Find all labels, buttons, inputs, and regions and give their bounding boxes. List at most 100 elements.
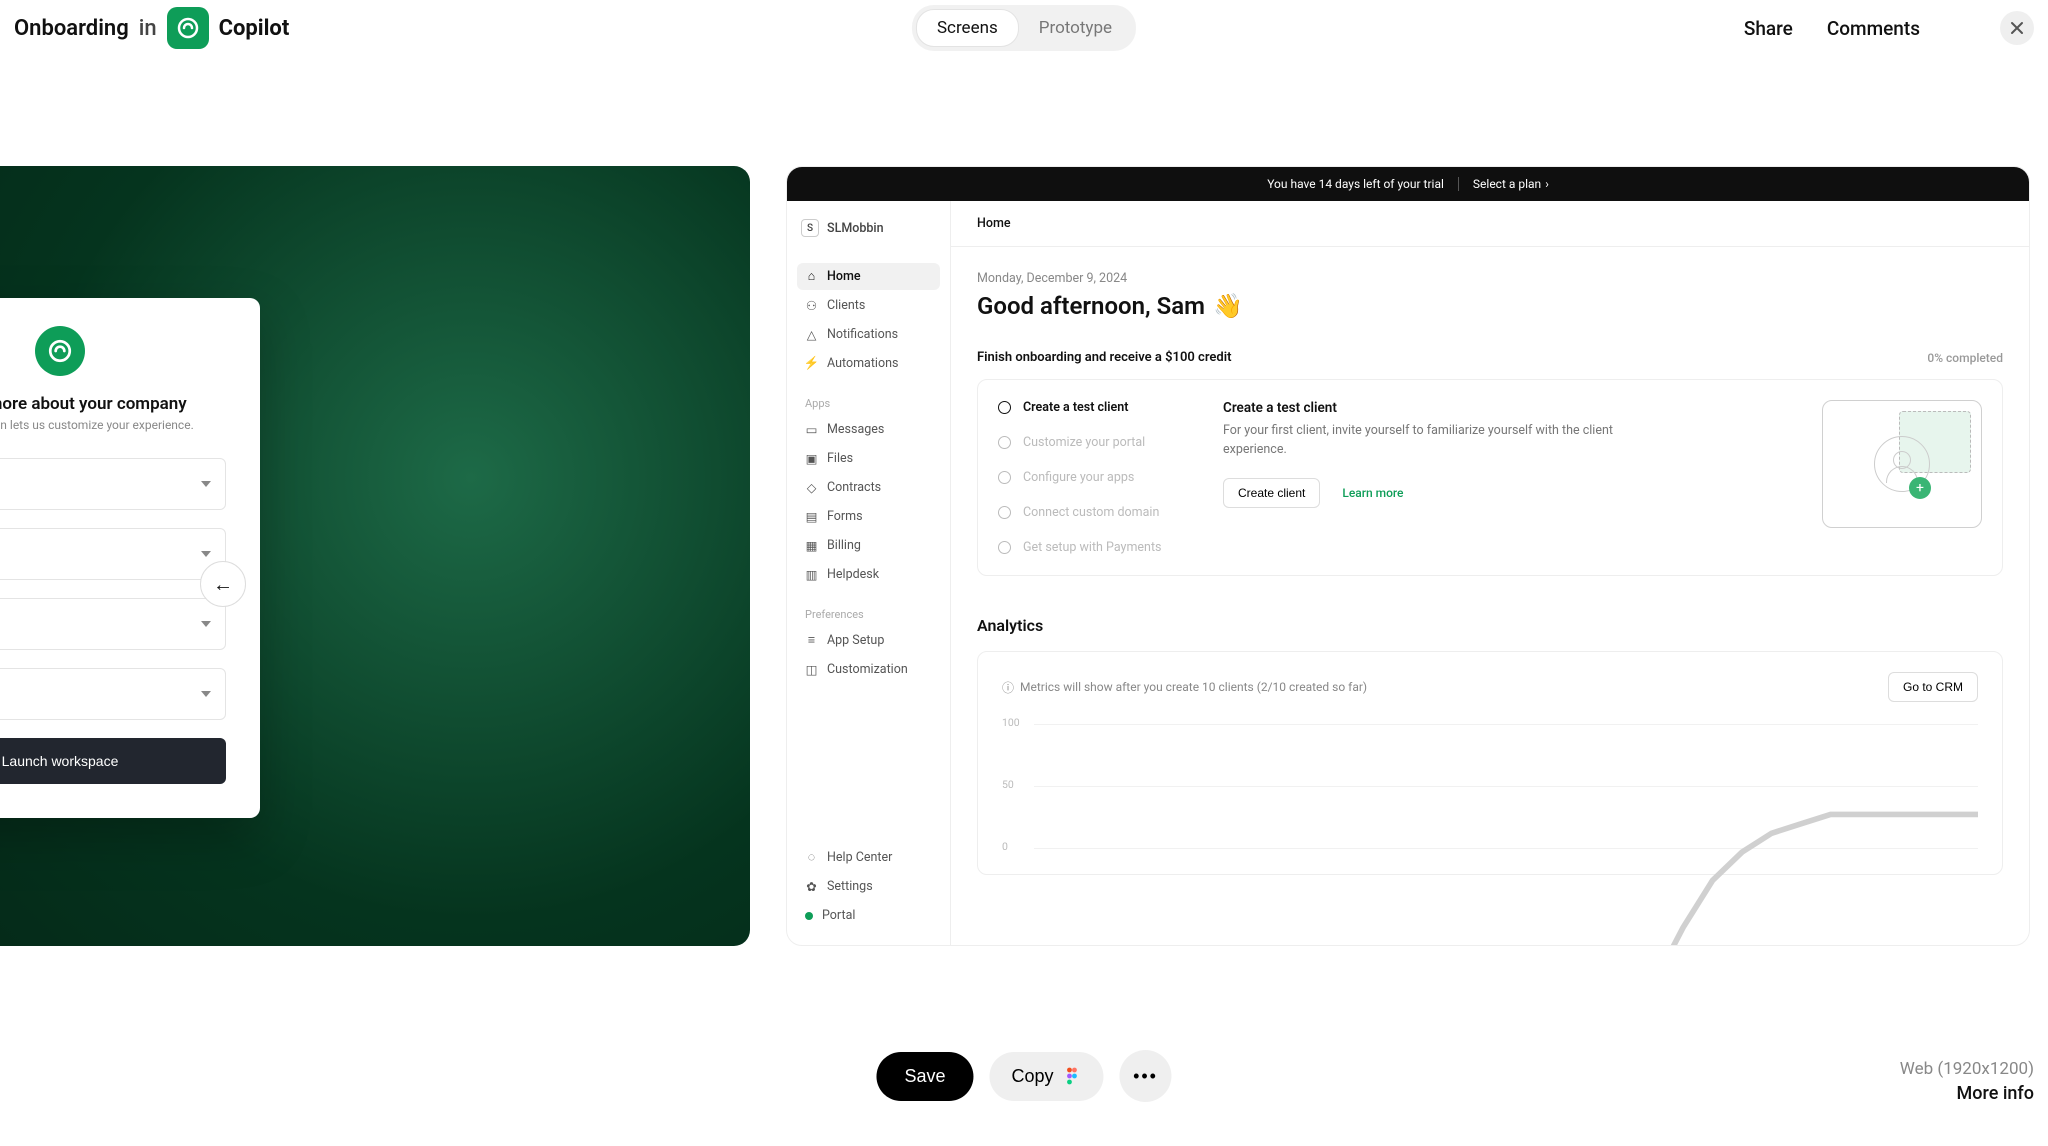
step-label: Configure your apps (1023, 470, 1134, 485)
clients-icon: ⚇ (805, 299, 818, 312)
more-info-link[interactable]: More info (1900, 1083, 2034, 1104)
messages-icon: ▭ (805, 423, 818, 436)
form-title: Tell us more about your company (0, 394, 226, 414)
bell-icon: △ (805, 328, 818, 341)
trial-banner: You have 14 days left of your trial Sele… (787, 167, 2029, 201)
onboarding-detail-title: Create a test client (1223, 400, 1782, 416)
trial-text: You have 14 days left of your trial (1267, 177, 1444, 191)
analytics-chart: 100 50 0 (1002, 720, 1978, 854)
save-button[interactable]: Save (876, 1052, 973, 1101)
sidebar-item-label: Files (827, 451, 853, 466)
tab-prototype[interactable]: Prototype (1019, 10, 1132, 46)
setup-icon: ≡ (805, 634, 818, 647)
sidebar-section-apps: Apps (805, 397, 940, 410)
company-form-card: Tell us more about your company his info… (0, 298, 260, 818)
sidebar-item-settings[interactable]: ✿Settings (797, 873, 940, 900)
industry-select[interactable]: sign (0, 458, 226, 510)
sidebar-item-app-setup[interactable]: ≡ App Setup (797, 627, 940, 654)
sidebar-item-label: Contracts (827, 480, 881, 495)
current-date: Monday, December 9, 2024 (977, 271, 2003, 286)
form-subtitle: his information lets us customize your e… (0, 418, 226, 432)
sidebar-item-portal[interactable]: Portal (797, 902, 940, 929)
workspace-switcher[interactable]: S SLMobbin (797, 215, 940, 241)
sidebar-section-prefs: Preferences (805, 608, 940, 621)
analytics-note: ⓘ Metrics will show after you create 10 … (1002, 679, 1367, 696)
onboarding-progress: 0% completed (1927, 351, 2003, 365)
sidebar-item-help-center[interactable]: ◌Help Center (797, 844, 940, 871)
sidebar-item-contracts[interactable]: ◇ Contracts (797, 474, 940, 501)
sidebar-item-messages[interactable]: ▭Messages (797, 416, 940, 443)
employees-select[interactable]: 5 (0, 528, 226, 580)
sidebar-item-label: Clients (827, 298, 865, 313)
copy-button[interactable]: Copy (990, 1052, 1104, 1101)
step-label: Get setup with Payments (1023, 540, 1162, 555)
type-select[interactable]: mpanies (0, 668, 226, 720)
close-button[interactable] (2000, 11, 2034, 45)
step-circle-icon (998, 541, 1011, 554)
select-plan-link[interactable]: Select a plan › (1473, 177, 1549, 191)
y-tick: 100 (1002, 716, 1020, 729)
files-icon: ▣ (805, 452, 818, 465)
sidebar-item-notifications[interactable]: △Notifications (797, 321, 940, 348)
go-to-crm-button[interactable]: Go to CRM (1888, 672, 1978, 702)
tab-screens[interactable]: Screens (916, 9, 1019, 47)
comments-button[interactable]: Comments (1827, 17, 1920, 40)
helpdesk-icon: ▥ (805, 568, 818, 581)
screen-dimensions: Web (1920x1200) (1900, 1059, 2034, 1079)
gear-icon: ✿ (805, 880, 818, 893)
sidebar-item-label: Customization (827, 662, 908, 677)
onboarding-step-3[interactable]: Configure your apps (998, 470, 1183, 485)
clients-select[interactable]: - 50 (0, 598, 226, 650)
onboarding-headline: Finish onboarding and receive a $100 cre… (977, 350, 1231, 365)
sidebar-item-label: Forms (827, 509, 863, 524)
sidebar-item-helpdesk[interactable]: ▥ Helpdesk (797, 561, 940, 588)
more-actions-button[interactable]: ••• (1120, 1050, 1172, 1102)
main-content: Home Monday, December 9, 2024 Good after… (951, 201, 2029, 945)
breadcrumb: Home (951, 201, 2029, 247)
y-tick: 0 (1002, 840, 1008, 853)
copy-label: Copy (1012, 1066, 1054, 1087)
learn-more-link[interactable]: Learn more (1342, 486, 1403, 500)
share-button[interactable]: Share (1744, 17, 1793, 40)
sidebar: S SLMobbin ⌂Home ⚇ Clients △Notifications… (787, 201, 951, 945)
onboarding-step-2[interactable]: Customize your portal (998, 435, 1183, 450)
onboarding-step-5[interactable]: Get setup with Payments (998, 540, 1183, 555)
contracts-icon: ◇ (805, 481, 818, 494)
customization-icon: ◫ (805, 663, 818, 676)
sidebar-item-label: Help Center (827, 850, 892, 865)
create-client-button[interactable]: Create client (1223, 478, 1320, 508)
sidebar-item-label: Home (827, 269, 861, 284)
analytics-note-text: Metrics will show after you create 10 cl… (1020, 680, 1367, 694)
sidebar-item-clients[interactable]: ⚇ Clients (797, 292, 940, 319)
forms-icon: ▤ (805, 510, 818, 523)
sidebar-item-label: App Setup (827, 633, 884, 648)
onboarding-step-4[interactable]: Connect custom domain (998, 505, 1183, 520)
y-tick: 50 (1002, 778, 1014, 791)
divider (1458, 177, 1459, 191)
breadcrumb-in: in (139, 16, 157, 41)
step-label: Connect custom domain (1023, 505, 1159, 520)
sidebar-item-home[interactable]: ⌂Home (797, 263, 940, 290)
view-toggle: Screens Prototype (912, 5, 1136, 51)
sidebar-item-label: Helpdesk (827, 567, 879, 582)
step-label: Create a test client (1023, 400, 1128, 415)
step-circle-icon (998, 401, 1011, 414)
sidebar-item-billing[interactable]: ▦Billing (797, 532, 940, 559)
plus-icon: + (1909, 477, 1931, 499)
onboarding-step-1[interactable]: Create a test client (998, 400, 1183, 415)
wave-emoji-icon: 👋 (1213, 292, 1243, 320)
copilot-logo-icon (35, 326, 85, 376)
sidebar-item-customization[interactable]: ◫ Customization (797, 656, 940, 683)
workspace-avatar: S (801, 219, 819, 237)
artboard-dashboard[interactable]: You have 14 days left of your trial Sele… (786, 166, 2030, 946)
launch-workspace-button[interactable]: Launch workspace (0, 738, 226, 784)
prev-screen-button[interactable]: ← (200, 561, 246, 607)
sidebar-item-automations[interactable]: ⚡Automations (797, 350, 940, 377)
sidebar-item-forms[interactable]: ▤ Forms (797, 503, 940, 530)
sidebar-item-label: Billing (827, 538, 861, 553)
info-icon: ⓘ (1002, 679, 1014, 696)
workspace-name: SLMobbin (827, 221, 884, 236)
sparkline (1034, 720, 1978, 945)
sidebar-item-files[interactable]: ▣ Files (797, 445, 940, 472)
chevron-right-icon: › (1545, 177, 1549, 191)
